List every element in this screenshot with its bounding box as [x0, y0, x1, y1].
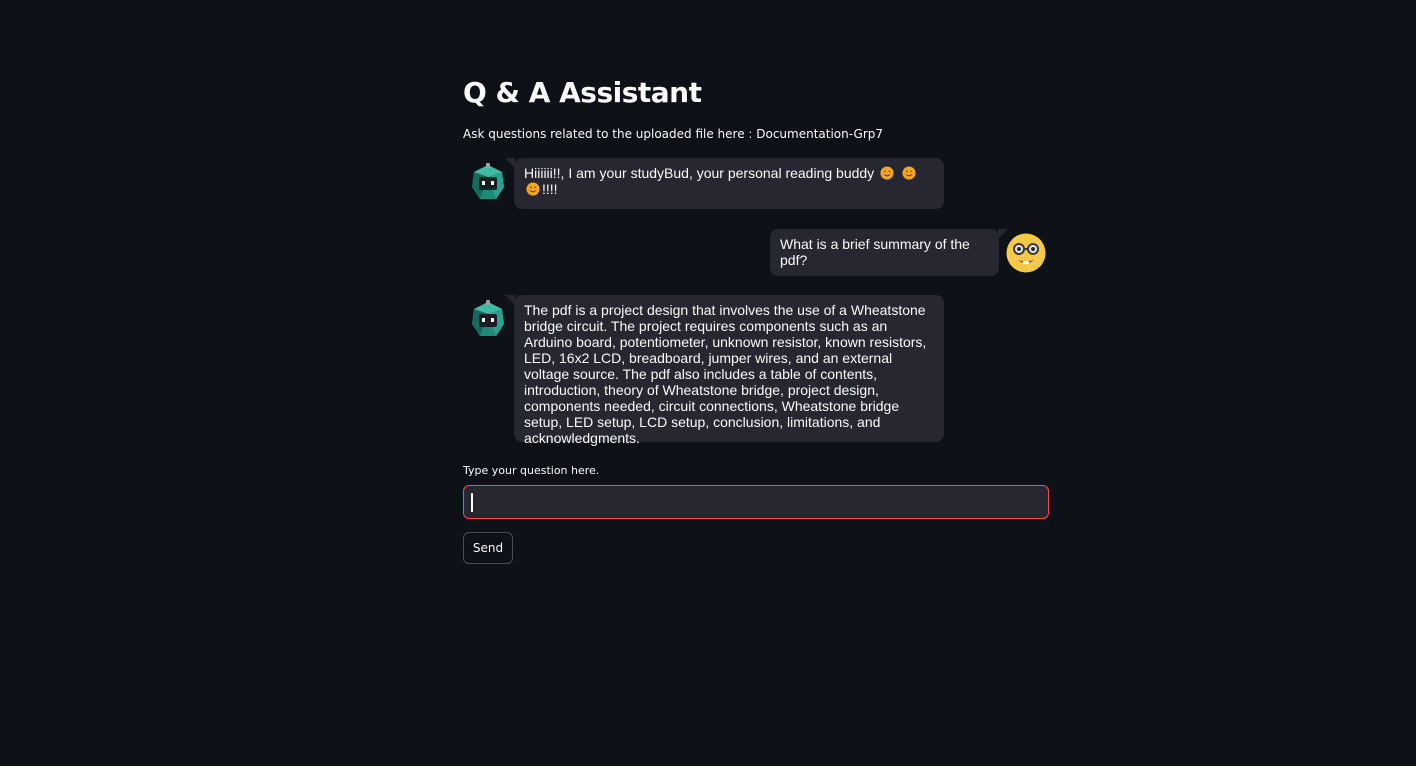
question-input-label: Type your question here.: [463, 464, 600, 477]
question-input[interactable]: [464, 486, 1048, 518]
smiling-face-icon: [880, 166, 894, 180]
robot-avatar-icon: [468, 300, 508, 340]
robot-avatar-icon: [468, 163, 508, 203]
message-text: The pdf is a project design that involve…: [524, 302, 927, 446]
message-text: What is a brief summary of the pdf?: [780, 236, 970, 268]
message-text-suffix: !!!!: [542, 181, 558, 197]
assistant-message: Hiiiiii!!, I am your studyBud, your pers…: [505, 158, 944, 209]
page-subtitle: Ask questions related to the uploaded fi…: [463, 127, 884, 141]
smiling-face-icon: [526, 182, 540, 196]
assistant-message: The pdf is a project design that involve…: [505, 295, 944, 446]
smiling-face-icon: [902, 166, 916, 180]
question-input-container[interactable]: [463, 485, 1049, 519]
page-title: Q & A Assistant: [463, 76, 702, 109]
message-text: Hiiiiii!!, I am your studyBud, your pers…: [524, 165, 875, 181]
send-button[interactable]: Send: [463, 532, 513, 564]
nerd-face-avatar-icon: [1006, 233, 1046, 273]
user-message: What is a brief summary of the pdf?: [770, 229, 1008, 276]
text-caret: [471, 493, 473, 512]
